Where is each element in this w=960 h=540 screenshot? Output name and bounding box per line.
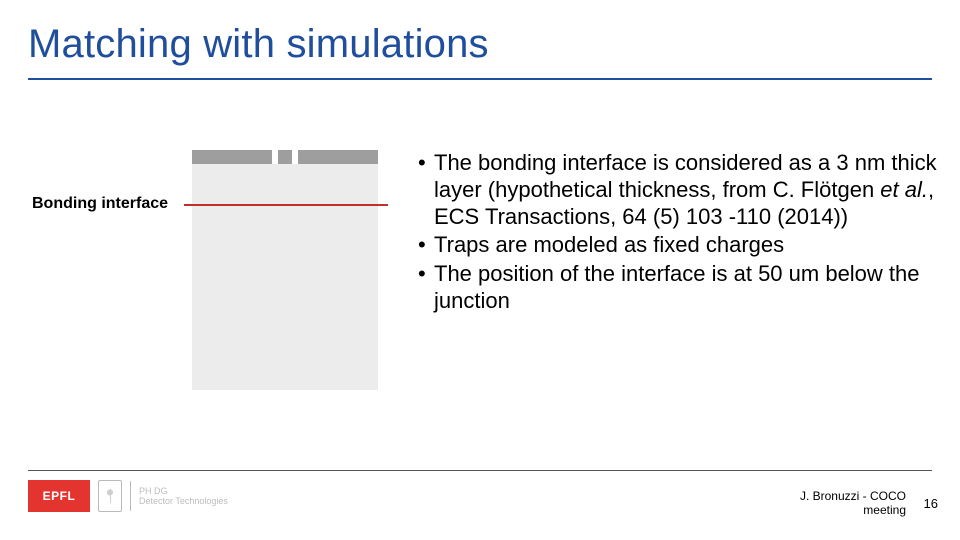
attr-line1: J. Bronuzzi - COCO	[800, 490, 906, 504]
page-title: Matching with simulations	[28, 22, 489, 67]
bulk-region	[192, 164, 378, 390]
page-number: 16	[924, 496, 938, 511]
bullet-marker: •	[418, 150, 434, 230]
logo-divider	[130, 481, 131, 511]
logo-subtext: PH DG Detector Technologies	[139, 486, 228, 507]
footer-attribution: J. Bronuzzi - COCO meeting	[800, 490, 906, 518]
epfl-crest-icon	[98, 480, 122, 512]
interface-line	[184, 204, 388, 206]
footer-logo: EPFL PH DG Detector Technologies	[28, 480, 228, 512]
bullet-text: The position of the interface is at 50 u…	[434, 261, 938, 315]
slide: Matching with simulations Bonding interf…	[0, 0, 960, 540]
attr-line2: meeting	[800, 504, 906, 518]
list-item: • Traps are modeled as fixed charges	[418, 232, 938, 259]
electrode-right	[298, 150, 378, 164]
diagram-label: Bonding interface	[32, 195, 168, 213]
bullet-list: • The bonding interface is considered as…	[418, 150, 938, 317]
bullet-marker: •	[418, 232, 434, 259]
logo-sub-line1: PH DG	[139, 486, 228, 496]
footer-divider	[28, 470, 932, 471]
list-item: • The position of the interface is at 50…	[418, 261, 938, 315]
title-underline	[28, 78, 932, 80]
bonding-diagram	[184, 150, 388, 400]
logo-sub-line2: Detector Technologies	[139, 496, 228, 506]
bullet-text: Traps are modeled as fixed charges	[434, 232, 938, 259]
epfl-logo-icon: EPFL	[28, 480, 90, 512]
list-item: • The bonding interface is considered as…	[418, 150, 938, 230]
bullet-marker: •	[418, 261, 434, 315]
bullet-text: The bonding interface is considered as a…	[434, 150, 938, 230]
electrode-left	[192, 150, 272, 164]
electrode-mid	[278, 150, 292, 164]
